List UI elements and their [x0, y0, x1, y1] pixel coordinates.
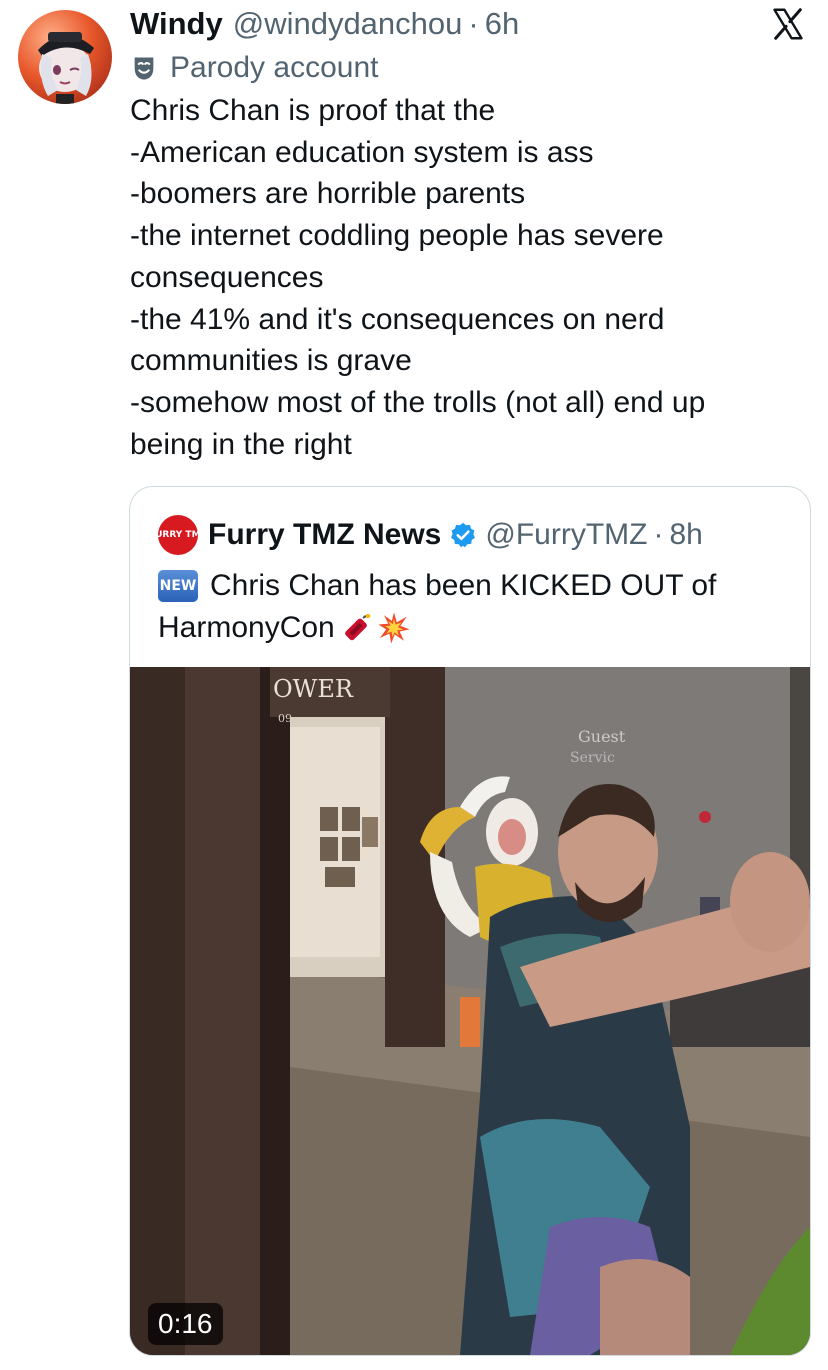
guest-services-text: Guest	[578, 727, 626, 746]
new-badge-icon: NEW	[158, 570, 198, 602]
tweet[interactable]: Windy @windydanchou · 6h Parody account …	[0, 0, 828, 1370]
parody-label: Parody account	[130, 48, 378, 88]
user-handle[interactable]: @windydanchou	[233, 6, 463, 42]
collision-icon	[377, 611, 411, 645]
quoted-text-line: Chris Chan has been KICKED OUT of	[210, 569, 717, 602]
firecracker-icon	[339, 611, 373, 645]
quoted-tweet-text: NEW Chris Chan has been KICKED OUT of Ha…	[158, 565, 798, 649]
parody-label-text: Parody account	[170, 51, 379, 84]
tweet-text-line: -somehow most of the trolls (not all) en…	[130, 385, 706, 419]
tweet-header: Windy @windydanchou · 6h	[130, 4, 519, 44]
avatar-image	[38, 32, 94, 104]
video-thumbnail: OWER 09 Guest Servic	[130, 667, 810, 1355]
tweet-text-line: -the internet coddling people has severe	[130, 219, 664, 253]
tweet-text-line: -boomers are horrible parents	[130, 177, 526, 211]
quoted-handle[interactable]: @FurryTMZ	[485, 518, 647, 552]
quoted-tweet[interactable]: FURRY TMZ Furry TMZ News @FurryTMZ · 8h …	[129, 486, 811, 1356]
tweet-text: Chris Chan is proof that the -American e…	[130, 90, 810, 465]
quoted-tweet-header: FURRY TMZ Furry TMZ News @FurryTMZ · 8h	[149, 515, 703, 555]
quoted-time[interactable]: 8h	[669, 518, 702, 552]
user-avatar[interactable]	[18, 10, 112, 104]
tweet-text-line: being in the right	[130, 427, 352, 461]
quoted-text-line: HarmonyCon	[158, 611, 335, 644]
quoted-avatar[interactable]: FURRY TMZ	[149, 515, 207, 555]
verified-badge-icon	[449, 521, 477, 549]
quoted-display-name[interactable]: Furry TMZ News	[208, 518, 441, 552]
tweet-text-line: communities is grave	[130, 344, 412, 378]
separator-dot: ·	[468, 6, 479, 41]
tweet-text-line: consequences	[130, 260, 324, 294]
tweet-text-line: Chris Chan is proof that the	[130, 94, 496, 127]
tweet-text-line: -American education system is ass	[130, 135, 594, 169]
mask-icon	[130, 54, 158, 82]
separator-dot: ·	[653, 518, 664, 551]
store-sign-text: OWER	[273, 675, 354, 703]
display-name[interactable]: Windy	[130, 6, 223, 42]
tweet-time[interactable]: 6h	[485, 6, 519, 42]
x-logo-icon	[770, 6, 806, 42]
store-sign-sub: 09	[278, 712, 292, 725]
video-duration: 0:16	[148, 1303, 223, 1345]
svg-text:Servic: Servic	[570, 750, 615, 766]
tweet-text-line: -the 41% and it's consequences on nerd	[130, 302, 665, 336]
video-player[interactable]: OWER 09 Guest Servic 0:16	[130, 667, 810, 1355]
